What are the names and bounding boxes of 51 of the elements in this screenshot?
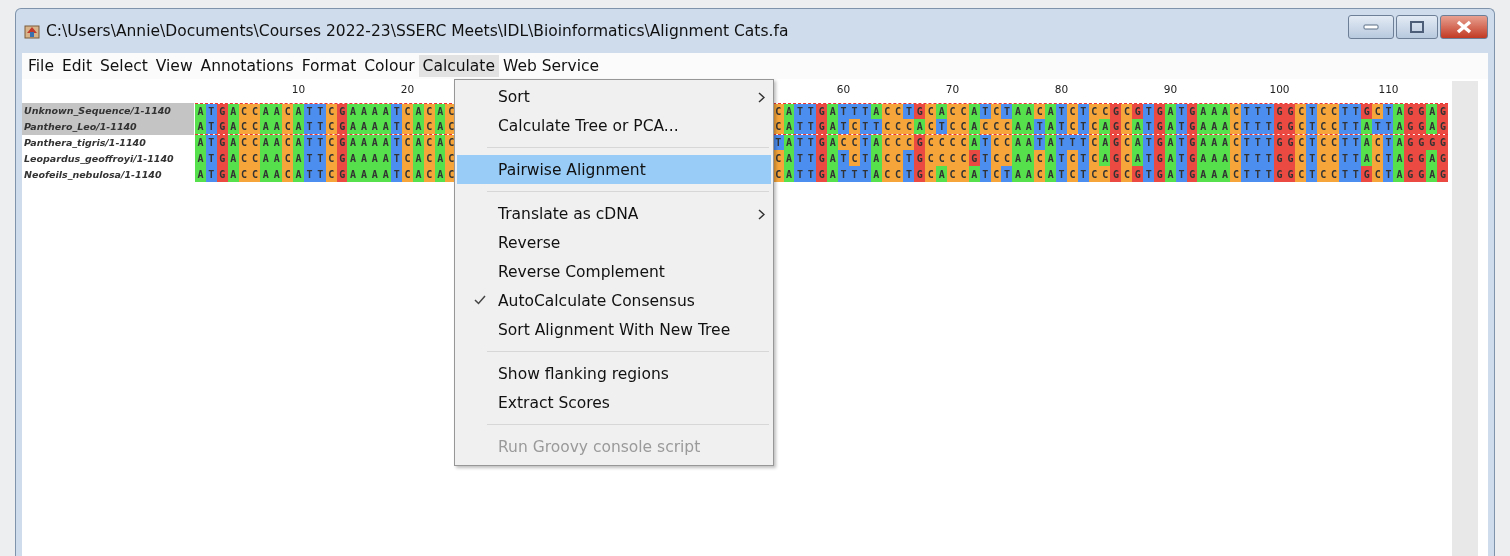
sequence-name[interactable]: Unknown_Sequence/1-1140 [22, 103, 194, 119]
menu-item[interactable]: Translate as cDNA [457, 199, 771, 228]
menu-item[interactable]: Sort [457, 82, 771, 111]
close-button[interactable] [1440, 15, 1488, 39]
sequence-residues: ATGACCAACATTCGAAAATCACAC [195, 166, 457, 182]
sequence-name[interactable]: Panthera_tigris/1-1140 [22, 134, 194, 151]
sequence-name[interactable]: Neofeils_nebulosa/1-1140 [22, 166, 194, 182]
menu-title[interactable]: Select [95, 55, 152, 77]
ruler-label: 90 [1163, 83, 1178, 95]
menu-title[interactable]: Annotations [196, 55, 298, 77]
menu-item[interactable]: AutoCalculate Consensus [457, 286, 771, 315]
ruler-label: 110 [1378, 83, 1399, 95]
ruler-label: 70 [945, 83, 960, 95]
menu-title[interactable]: Colour [360, 55, 419, 77]
sequence-residues: ATGACCAACATTCGAAAATCACAC [195, 118, 457, 135]
menu-item[interactable]: Reverse [457, 228, 771, 257]
chevron-right-icon [758, 92, 765, 103]
sequence-residues: ATGACCAACATTCGAAAATCACAC [195, 103, 457, 119]
sequence-residues: CATTGATTTACCTGCACCATCTAACATCTCCGCGTGATGAAACTTTGGCTCCTTGCTAGGAG [772, 103, 1449, 119]
maximize-icon [1410, 21, 1424, 33]
sequence-residues: ATGACCAACATTCGAAAATCACAC [195, 150, 457, 167]
sequence-residues: CATTGATTTACCTGCACCATCTAACATCTCCGCGTGATGAAACTTTGGCTCCTTGCTAGGAG [772, 166, 1449, 182]
sequence-residues: CATTGATCTTCCCACTCCACCCAATATCTCAGCATGATGAAACTTTGGCTCCTTATTAGGAG [772, 118, 1449, 135]
menu-item[interactable]: Reverse Complement [457, 257, 771, 286]
ruler-label: 100 [1269, 83, 1290, 95]
maximize-button[interactable] [1396, 15, 1438, 39]
ruler-label: 20 [400, 83, 415, 95]
menu-item[interactable]: Sort Alignment With New Tree [457, 315, 771, 344]
minimize-button[interactable] [1348, 15, 1394, 39]
menu-item[interactable]: Extract Scores [457, 388, 771, 417]
ruler-label: 80 [1054, 83, 1069, 95]
app-icon [24, 23, 40, 39]
sequence-name[interactable]: Leopardus_geoffroyi/1-1140 [22, 150, 194, 167]
menu-item[interactable]: Show flanking regions [457, 359, 771, 388]
ruler-label: 10 [291, 83, 306, 95]
menu-title[interactable]: Edit [57, 55, 96, 77]
menu-title[interactable]: View [151, 55, 197, 77]
menu-item[interactable]: Pairwise Alignment [457, 155, 771, 184]
minimize-icon [1363, 24, 1379, 30]
menu-title[interactable]: Web Service [499, 55, 603, 77]
close-icon [1456, 20, 1472, 34]
sequence-residues: CATTGATCTACCTGCCCCGTCCAACATCTCAGCATGATGAAACTTTGGCTCCTTACTAGGAG [772, 150, 1449, 167]
sequence-residues: ATGACCAACATTCGAAAATCACAC [195, 134, 457, 151]
chevron-right-icon [758, 209, 765, 220]
menu-title[interactable]: File [24, 55, 58, 77]
menu-title[interactable]: Format [297, 55, 361, 77]
menu-title[interactable]: Calculate [418, 55, 499, 77]
ruler-label: 60 [836, 83, 851, 95]
window-title: C:\Users\Annie\Documents\Courses 2022-23\SSERC Meets\IDL\Bioinformatics\Alignment Cats.fa [46, 22, 790, 40]
sequence-residues: TATTGACCTACCCGCCCCATCCAATATTTCAGCATGATGAAACTTTGGCTCCTTACTAGGGG [772, 134, 1449, 151]
menu-item[interactable]: Calculate Tree or PCA... [457, 111, 771, 140]
